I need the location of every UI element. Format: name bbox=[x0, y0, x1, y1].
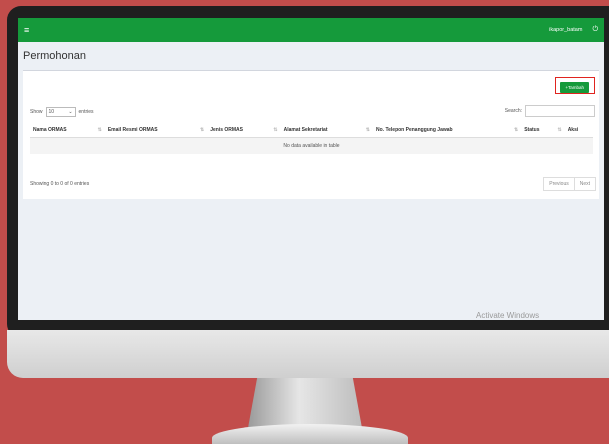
table-header-row: Nama ORMAS ⇅ Email Resmi ORMAS ⇅ Jenis ORM… bbox=[30, 123, 593, 138]
previous-page-button[interactable]: Previous bbox=[543, 177, 575, 191]
sort-icon: ⇅ bbox=[273, 127, 278, 133]
top-navbar: ≡ ikapor_batam ⏻ bbox=[18, 18, 604, 42]
column-header-jenis[interactable]: Jenis ORMAS ⇅ bbox=[207, 123, 281, 138]
power-icon[interactable]: ⏻ bbox=[592, 26, 598, 34]
sort-icon: ⇅ bbox=[365, 127, 370, 133]
add-button[interactable]: +Tambah bbox=[560, 82, 589, 93]
column-header-alamat[interactable]: Alamat Sekretariat ⇅ bbox=[280, 123, 373, 138]
column-header-email[interactable]: Email Resmi ORMAS ⇅ bbox=[104, 123, 208, 138]
table-row: No data available in table bbox=[30, 137, 593, 154]
content-box: +Tambah Show 10 ⌄ entries Search: Nama O… bbox=[23, 70, 599, 199]
table-search: Search: bbox=[505, 105, 595, 117]
pagination: Previous Next bbox=[543, 177, 596, 191]
permohonan-table: Nama ORMAS ⇅ Email Resmi ORMAS ⇅ Jenis ORM… bbox=[30, 123, 593, 154]
column-header-nama-ormas[interactable]: Nama ORMAS ⇅ bbox=[30, 123, 105, 138]
user-menu[interactable]: ikapor_batam bbox=[549, 27, 582, 33]
sort-icon: ⇅ bbox=[97, 127, 102, 133]
entries-label: entries bbox=[78, 109, 94, 115]
column-header-aksi[interactable]: Aksi bbox=[564, 123, 593, 138]
windows-activation-watermark: Activate Windows bbox=[476, 311, 540, 320]
search-input[interactable] bbox=[525, 105, 595, 117]
sort-icon: ⇅ bbox=[557, 127, 562, 133]
entries-length-select[interactable]: 10 ⌄ bbox=[45, 107, 76, 117]
entries-length-control: Show 10 ⌄ entries bbox=[30, 107, 94, 117]
search-label: Search: bbox=[504, 108, 522, 114]
sort-icon: ⇅ bbox=[513, 127, 519, 133]
entries-length-value: 10 bbox=[48, 109, 55, 115]
monitor-stand-neck bbox=[248, 378, 362, 428]
next-page-button[interactable]: Next bbox=[574, 177, 596, 191]
empty-table-message: No data available in table bbox=[30, 137, 593, 154]
monitor-stand-base bbox=[212, 424, 408, 444]
monitor-chin bbox=[7, 330, 609, 378]
page-title: Permohonan bbox=[23, 50, 86, 62]
chevron-down-icon: ⌄ bbox=[68, 109, 73, 115]
app-screen: ≡ ikapor_batam ⏻ Permohonan +Tambah Show… bbox=[18, 18, 604, 320]
sort-icon: ⇅ bbox=[199, 127, 205, 133]
table-info: Showing 0 to 0 of 0 entries bbox=[30, 181, 90, 187]
column-header-telepon[interactable]: No. Telepon Penanggung Jawab ⇅ bbox=[373, 123, 522, 138]
hamburger-menu-icon[interactable]: ≡ bbox=[24, 25, 38, 35]
column-header-status[interactable]: Status ⇅ bbox=[521, 123, 565, 138]
show-label: Show bbox=[30, 109, 43, 115]
